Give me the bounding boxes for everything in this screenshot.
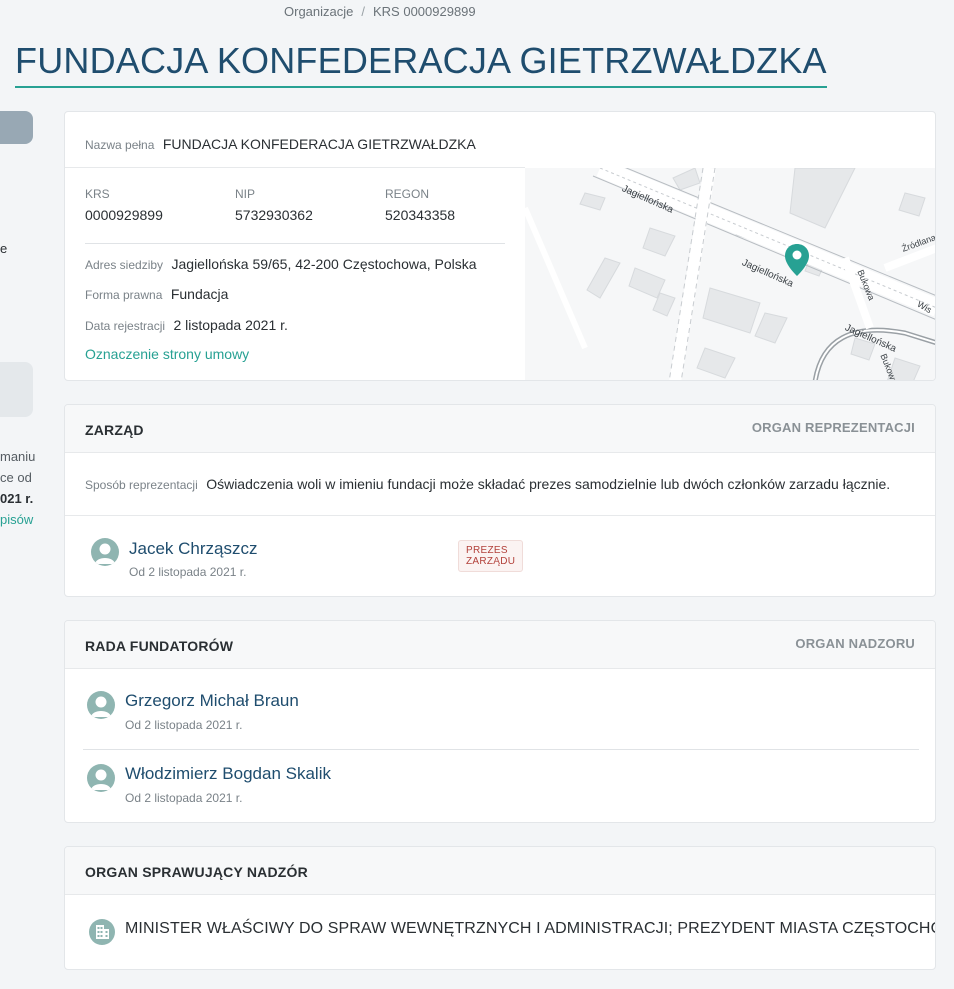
full-name-value: FUNDACJA KONFEDERACJA GIETRZWAŁDZKA <box>162 136 476 152</box>
supervisory-authority-text: MINISTER WŁAŚCIWY DO SPRAW WEWNĘTRZNYCH … <box>125 920 936 937</box>
board-section-header: ZARZĄD ORGAN REPREZENTACJI <box>65 405 935 453</box>
nip-field: NIP 5732930362 <box>235 187 375 225</box>
address-label: Adres siedziby <box>85 258 164 272</box>
role-badge: PREZES ZARZĄDU <box>458 540 524 572</box>
regon-field: REGON 520343358 <box>385 187 525 225</box>
person-since: Od 2 listopada 2021 r. <box>125 791 243 805</box>
supervisory-authority-section: ORGAN SPRAWUJĄCY NADZÓR MINISTER WŁAŚCIW… <box>64 846 936 970</box>
regon-value: 520343358 <box>385 207 456 223</box>
nip-value: 5732930362 <box>235 207 313 223</box>
board-section: ZARZĄD ORGAN REPREZENTACJI Sposób reprez… <box>64 404 936 597</box>
sidebar-panel <box>0 362 33 417</box>
full-name-row: Nazwa pełna FUNDACJA KONFEDERACJA GIETRZ… <box>85 136 476 154</box>
address-value: Jagiellońska 59/65, 42-200 Częstochowa, … <box>171 256 477 272</box>
krs-field: KRS 0000929899 <box>85 187 225 225</box>
supervisory-authority-title: ORGAN SPRAWUJĄCY NADZÓR <box>85 864 308 880</box>
building-icon <box>89 919 115 945</box>
sidebar-button[interactable] <box>0 111 33 144</box>
sidebar-line: ce od <box>0 470 32 485</box>
registration-date-row: Data rejestracji 2 listopada 2021 r. <box>85 317 288 335</box>
person-avatar-icon <box>87 764 115 792</box>
sidebar-line: 021 r. <box>0 491 34 506</box>
person-since: Od 2 listopada 2021 r. <box>129 565 247 579</box>
breadcrumb-separator: / <box>361 4 365 19</box>
breadcrumb: Organizacje / KRS 0000929899 <box>284 4 476 19</box>
krs-value: 0000929899 <box>85 207 163 223</box>
founders-council-title: RADA FUNDATORÓW <box>85 638 234 654</box>
registration-date-label: Data rejestracji <box>85 319 166 333</box>
founders-council-role: ORGAN NADZORU <box>795 636 915 651</box>
legal-form-row: Forma prawna Fundacja <box>85 286 228 304</box>
divider <box>65 515 935 516</box>
divider <box>85 243 505 244</box>
contract-party-link[interactable]: Oznaczenie strony umowy <box>85 346 249 362</box>
person-name[interactable]: Włodzimierz Bogdan Skalik <box>125 764 331 784</box>
organization-details-card: Nazwa pełna FUNDACJA KONFEDERACJA GIETRZ… <box>64 111 936 381</box>
legal-form-value: Fundacja <box>170 286 229 302</box>
divider <box>65 167 525 168</box>
page-title: FUNDACJA KONFEDERACJA GIETRZWAŁDZKA <box>15 40 827 88</box>
regon-label: REGON <box>385 187 430 201</box>
founders-council-section: RADA FUNDATORÓW ORGAN NADZORU Grzegorz M… <box>64 620 936 823</box>
board-section-role: ORGAN REPREZENTACJI <box>751 420 915 435</box>
sidebar-line: maniu <box>0 449 36 464</box>
person-avatar-icon <box>91 538 119 566</box>
registration-date-value: 2 listopada 2021 r. <box>173 317 288 333</box>
representation-row: Sposób reprezentacji Oświadczenia woli w… <box>85 476 890 494</box>
map-graphic <box>522 159 935 380</box>
sidebar-text-fragment: e <box>0 241 8 256</box>
map-pin-icon[interactable] <box>785 244 809 276</box>
sidebar-lines: maniu ce od 021 r. pisów <box>0 446 35 530</box>
address-row: Adres siedziby Jagiellońska 59/65, 42-20… <box>85 256 477 274</box>
founders-council-header: RADA FUNDATORÓW ORGAN NADZORU <box>65 621 935 669</box>
krs-label: KRS <box>85 187 110 201</box>
breadcrumb-organizacje-link[interactable]: Organizacje <box>284 4 353 19</box>
legal-form-label: Forma prawna <box>85 288 163 302</box>
representation-label: Sposób reprezentacji <box>85 478 198 492</box>
sidebar-link[interactable]: pisów <box>0 509 35 530</box>
person-name[interactable]: Grzegorz Michał Braun <box>125 691 299 711</box>
board-section-title: ZARZĄD <box>85 422 144 438</box>
breadcrumb-current: KRS 0000929899 <box>373 4 476 19</box>
divider <box>83 749 919 750</box>
person-since: Od 2 listopada 2021 r. <box>125 718 243 732</box>
person-name[interactable]: Jacek Chrząszcz <box>129 539 257 559</box>
nip-label: NIP <box>235 187 256 201</box>
full-name-label: Nazwa pełna <box>85 138 155 152</box>
representation-text: Oświadczenia woli w imieniu fundacji moż… <box>206 476 891 492</box>
supervisory-authority-header: ORGAN SPRAWUJĄCY NADZÓR <box>65 847 935 895</box>
location-map[interactable]: Jagiellońska Jagiellońska Jagiellońska B… <box>522 159 935 380</box>
person-avatar-icon <box>87 691 115 719</box>
